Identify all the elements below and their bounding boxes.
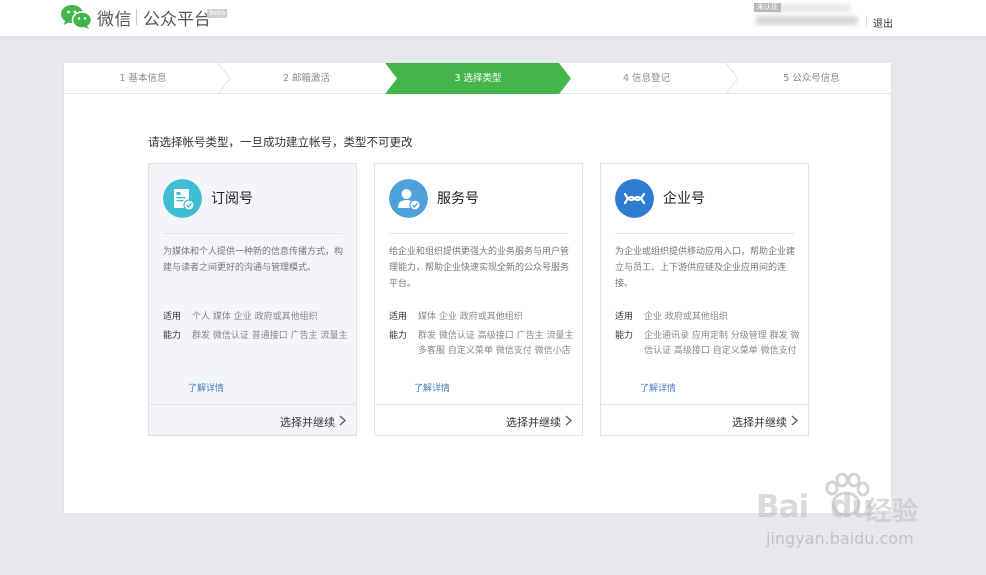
card-subscription-account[interactable]: 订阅号 为媒体和个人提供一种新的信息传播方式，构建与读者之间更好的沟通与管理模式… — [148, 163, 357, 436]
wechat-logo-icon[interactable] — [61, 4, 92, 30]
card-divider — [163, 233, 342, 234]
scope-value: 企业 政府或其他组织 — [644, 312, 728, 322]
card-service-account[interactable]: 服务号 给企业和组织提供更强大的业务服务与用户管理能力，帮助企业快速实现全新的公… — [374, 163, 583, 436]
scope-label: 适用 — [389, 312, 408, 322]
card-title: 服务号 — [437, 191, 479, 207]
scope-label: 适用 — [615, 312, 634, 322]
subscription-icon — [163, 179, 202, 218]
learn-more-link[interactable]: 了解详情 — [640, 381, 676, 394]
watermark-url: jingyan.baidu.com — [766, 529, 914, 548]
card-divider — [389, 233, 568, 234]
ability-label: 能力 — [615, 331, 634, 341]
step-account-info: 5 公众号信息 — [783, 73, 840, 84]
card-footer[interactable]: 选择并继续 — [601, 404, 808, 435]
watermark-bai: Bai — [756, 489, 809, 525]
verification-badge: 未认证 — [754, 3, 781, 12]
watermark-logo-text: Bai du — [756, 489, 873, 525]
account-email-blurred[interactable] — [755, 16, 858, 25]
card-footer[interactable]: 选择并继续 — [375, 404, 582, 435]
chevron-right-icon — [339, 415, 346, 426]
learn-more-link[interactable]: 了解详情 — [188, 381, 224, 394]
step-basic-info: 1 基本信息 — [119, 73, 167, 84]
ability-value: 群发 微信认证 普通接口 广告主 流量主 — [192, 331, 348, 341]
select-continue-button[interactable]: 选择并继续 — [732, 414, 787, 430]
service-icon — [389, 179, 428, 218]
chevron-right-icon — [565, 415, 572, 426]
watermark-jingyan: 经验 — [866, 497, 919, 527]
ability-label: 能力 — [163, 331, 182, 341]
logout-divider — [866, 16, 867, 26]
card-footer[interactable]: 选择并继续 — [149, 404, 356, 435]
select-continue-button[interactable]: 选择并继续 — [506, 414, 561, 430]
step-progress-bar: 1 基本信息 2 邮箱激活 3 选择类型 4 信息登记 5 公众号信息 — [64, 63, 891, 94]
learn-more-link[interactable]: 了解详情 — [414, 381, 450, 394]
type-instruction: 请选择帐号类型，一旦成功建立帐号，类型不可更改 — [148, 135, 413, 149]
card-enterprise-account[interactable]: 企业号 为企业或组织提供移动应用入口，帮助企业建立与员工、上下游供应链及企业应用… — [600, 163, 809, 436]
card-description: 为企业或组织提供移动应用入口，帮助企业建立与员工、上下游供应链及企业应用间的连接… — [615, 247, 796, 289]
logout-link[interactable]: 退出 — [873, 15, 893, 30]
step-select-type: 3 选择类型 — [454, 73, 502, 84]
scope-label: 适用 — [163, 312, 182, 322]
select-continue-button[interactable]: 选择并继续 — [280, 414, 335, 430]
ability-value: 群发 微信认证 高级接口 广告主 流量主 多客服 自定义菜单 微信支付 微信小店 — [418, 331, 574, 356]
registration-panel: 1 基本信息 2 邮箱激活 3 选择类型 4 信息登记 5 公众号信息 请选择帐… — [63, 62, 892, 514]
scope-value: 媒体 企业 政府或其他组织 — [418, 312, 523, 322]
card-title: 企业号 — [663, 191, 705, 207]
step-info-registration: 4 信息登记 — [622, 73, 671, 84]
ability-label: 能力 — [389, 331, 408, 341]
scope-value: 个人 媒体 企业 政府或其他组织 — [192, 312, 318, 322]
brand-divider — [136, 9, 137, 25]
enterprise-icon — [615, 179, 654, 218]
platform-name: 公众平台 — [143, 10, 211, 30]
ability-value: 企业通讯录 应用定制 分级管理 群发 微信认证 高级接口 自定义菜单 微信支付 — [644, 331, 800, 356]
card-description: 给企业和组织提供更强大的业务服务与用户管理能力，帮助企业快速实现全新的公众号服务… — [389, 247, 570, 289]
card-divider — [615, 233, 794, 234]
brand-name: 微信 — [97, 10, 132, 30]
card-title: 订阅号 — [211, 191, 253, 207]
card-description: 为媒体和个人提供一种新的信息传播方式，构建与读者之间更好的沟通与管理模式。 — [163, 247, 344, 273]
beta-badge: Beta — [207, 9, 228, 18]
step-email-activation: 2 邮箱激活 — [282, 73, 331, 84]
chevron-right-icon — [791, 415, 798, 426]
top-bar: 微信 公众平台 Beta 未认证 退出 — [0, 0, 986, 37]
